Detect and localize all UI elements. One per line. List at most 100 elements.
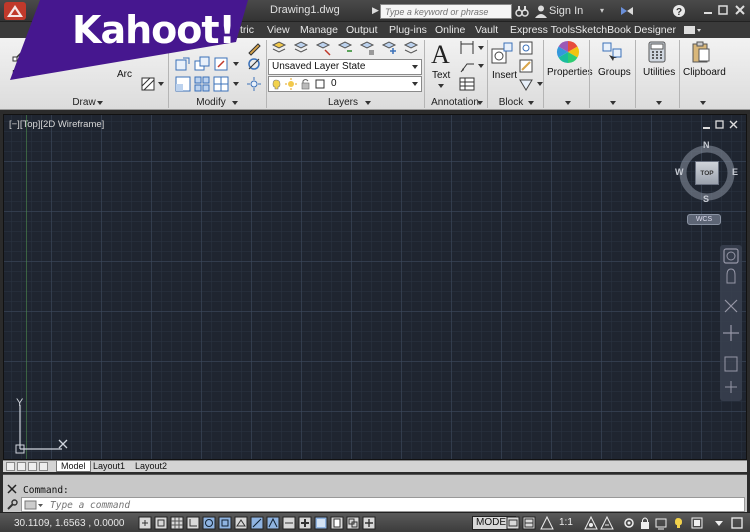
chevron-down-icon[interactable] — [565, 101, 571, 105]
dynamic-input-icon[interactable] — [282, 516, 296, 530]
object-snap-icon[interactable] — [218, 516, 232, 530]
ortho-mode-icon[interactable] — [186, 516, 200, 530]
help-icon[interactable]: ? — [672, 4, 686, 18]
minimize-icon[interactable] — [701, 3, 715, 17]
sign-in-link[interactable]: Sign In — [549, 5, 583, 17]
layer-walk-icon[interactable] — [403, 40, 419, 56]
chevron-down-icon[interactable] — [610, 101, 616, 105]
transparency-icon[interactable] — [314, 516, 328, 530]
previous-layout-button[interactable] — [17, 462, 26, 471]
layer-freeze-icon[interactable] — [337, 40, 353, 56]
search-input[interactable] — [380, 4, 512, 19]
dimension-icon[interactable] — [459, 40, 475, 56]
text-tool-icon[interactable]: A — [431, 40, 450, 70]
trim-icon[interactable] — [246, 56, 262, 72]
block-panel-title[interactable]: Block — [494, 97, 528, 110]
layer-match-icon[interactable] — [381, 40, 397, 56]
last-layout-button[interactable] — [39, 462, 48, 471]
chevron-down-icon[interactable] — [656, 101, 662, 105]
selection-cycling-icon[interactable] — [346, 516, 360, 530]
tab-model[interactable]: Model — [56, 461, 91, 472]
cursor-coordinates[interactable]: 30.1109, 1.6563 , 0.0000 — [14, 518, 124, 529]
3d-object-snap-icon[interactable] — [234, 516, 248, 530]
infer-constraints-icon[interactable] — [138, 516, 152, 530]
insert-block-icon[interactable] — [490, 41, 514, 65]
clean-screen-icon[interactable] — [690, 516, 704, 530]
explode-icon[interactable] — [246, 76, 262, 92]
tab-sketchbook-designer[interactable]: SketchBook Designer — [575, 24, 676, 36]
quick-access-expand-icon[interactable]: ▶ — [372, 5, 379, 16]
compass-west[interactable]: W — [675, 167, 684, 177]
user-icon[interactable] — [534, 4, 548, 18]
annotation-scale-value[interactable]: 1:1 — [559, 517, 573, 528]
chevron-down-icon[interactable] — [158, 82, 164, 86]
ribbon-display-options-icon[interactable] — [684, 25, 702, 35]
lineweight-icon[interactable] — [298, 516, 312, 530]
clipboard-icon[interactable] — [691, 41, 711, 63]
tab-view[interactable]: View — [267, 24, 290, 36]
chevron-down-icon[interactable] — [233, 82, 239, 86]
first-layout-button[interactable] — [6, 462, 15, 471]
annotation-visibility-icon[interactable] — [584, 516, 598, 530]
tab-vault[interactable]: Vault — [475, 24, 498, 36]
annotation-scale-icon[interactable] — [540, 516, 554, 530]
snap-mode-icon[interactable] — [154, 516, 168, 530]
tab-express-tools[interactable]: Express Tools — [510, 24, 575, 36]
polar-tracking-icon[interactable] — [202, 516, 216, 530]
chevron-down-icon[interactable] — [700, 101, 706, 105]
binoculars-icon[interactable] — [515, 4, 529, 18]
tab-online[interactable]: Online — [435, 24, 465, 36]
hardware-acceleration-icon[interactable] — [654, 516, 668, 530]
group-icon[interactable] — [601, 41, 623, 63]
chevron-down-icon[interactable] — [478, 64, 484, 68]
pencil-icon[interactable] — [246, 40, 262, 56]
fullscreen-icon[interactable] — [730, 516, 744, 530]
groups-label[interactable]: Groups — [598, 67, 631, 78]
clipboard-label[interactable]: Clipboard — [683, 67, 726, 78]
tab-output[interactable]: Output — [346, 24, 378, 36]
layer-lock-icon[interactable] — [359, 40, 375, 56]
viewport-controls-label[interactable]: [−][Top][2D Wireframe] — [9, 119, 104, 130]
next-layout-button[interactable] — [28, 462, 37, 471]
annotation-panel-title[interactable]: Annotation — [426, 97, 484, 110]
wrench-icon[interactable] — [6, 499, 18, 511]
calculator-icon[interactable] — [647, 41, 667, 63]
close-icon[interactable] — [733, 3, 747, 17]
close-icon[interactable] — [7, 484, 17, 494]
viewport-window-controls[interactable] — [702, 119, 738, 131]
quick-view-drawings-icon[interactable] — [522, 516, 536, 530]
tab-manage[interactable]: Manage — [300, 24, 338, 36]
block-attributes-icon[interactable] — [518, 76, 534, 92]
chevron-down-icon[interactable] — [477, 101, 483, 105]
tab-plug-ins[interactable]: Plug-ins — [389, 24, 427, 36]
table-icon[interactable] — [459, 76, 475, 92]
properties-label[interactable]: Properties — [547, 67, 593, 78]
auto-scale-icon[interactable] — [600, 516, 614, 530]
layer-isolate-icon[interactable] — [293, 40, 309, 56]
chevron-down-icon[interactable] — [528, 101, 534, 105]
viewcube[interactable]: N S E W TOP WCS — [674, 139, 742, 229]
grid-display-icon[interactable] — [170, 516, 184, 530]
exchange-apps-icon[interactable] — [620, 5, 634, 17]
viewcube-top-face[interactable]: TOP — [695, 161, 719, 185]
annotation-monitor-icon[interactable] — [362, 516, 376, 530]
layer-state-dropdown[interactable]: Unsaved Layer State — [268, 59, 422, 75]
chevron-down-icon[interactable] — [365, 101, 371, 105]
chevron-down-icon[interactable] — [232, 101, 238, 105]
leader-icon[interactable] — [459, 58, 475, 74]
chevron-down-icon[interactable] — [478, 46, 484, 50]
tab-layout2[interactable]: Layout2 — [131, 461, 171, 472]
lock-ui-icon[interactable] — [638, 516, 652, 530]
isolate-objects-icon[interactable] — [674, 516, 688, 530]
compass-south[interactable]: S — [703, 194, 709, 204]
restore-icon[interactable] — [716, 3, 730, 17]
edit-block-icon[interactable] — [518, 58, 534, 74]
compass-north[interactable]: N — [703, 140, 710, 150]
recent-commands-icon[interactable] — [24, 500, 44, 510]
layer-off-icon[interactable] — [315, 40, 331, 56]
tab-layout1[interactable]: Layout1 — [89, 461, 129, 472]
drawing-area[interactable]: [−][Top][2D Wireframe] N S E W TOP WCS Y — [3, 114, 747, 460]
wcs-menu[interactable]: WCS — [687, 214, 721, 225]
quick-properties-icon[interactable] — [330, 516, 344, 530]
layers-panel-title[interactable]: Layers — [320, 97, 366, 110]
